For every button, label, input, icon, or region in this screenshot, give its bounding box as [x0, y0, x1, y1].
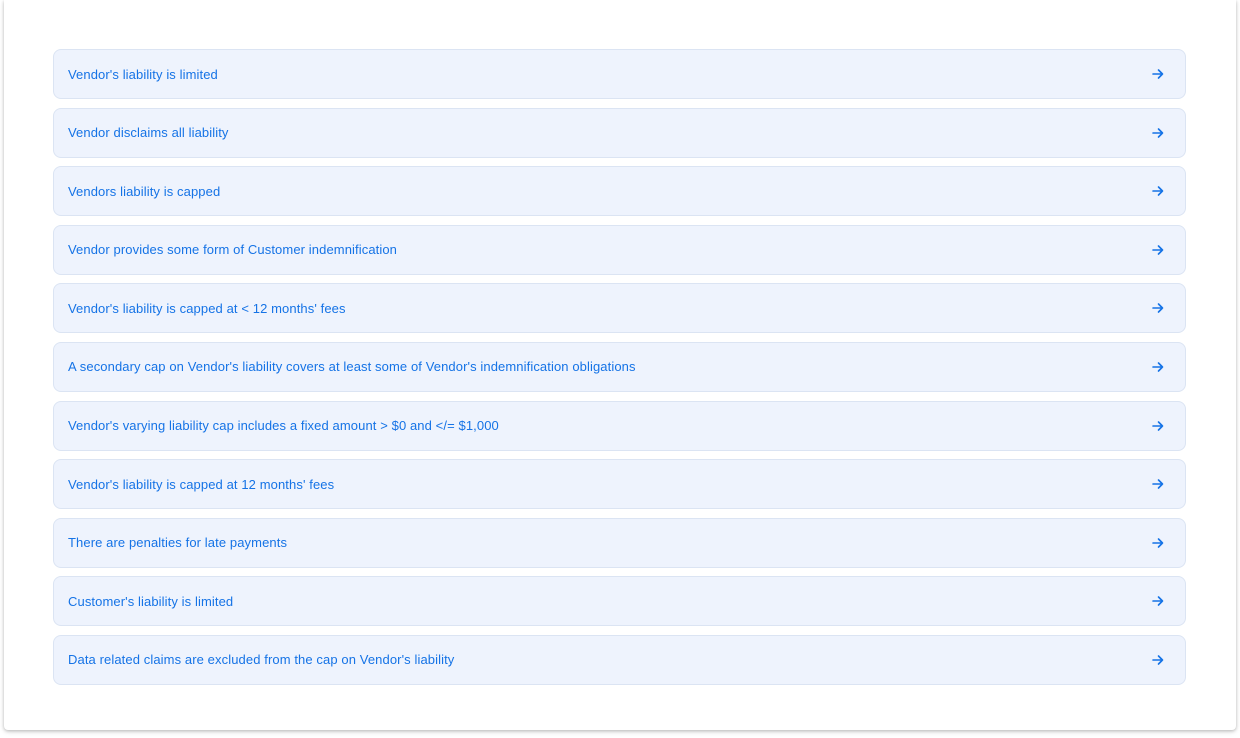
list-item[interactable]: Data related claims are excluded from th…	[53, 634, 1186, 685]
arrow-right-icon[interactable]	[1151, 360, 1165, 374]
list-item-label: Vendors liability is capped	[68, 183, 221, 199]
list-item-label: Vendor provides some form of Customer in…	[68, 242, 398, 258]
arrow-right-icon[interactable]	[1151, 301, 1165, 315]
arrow-right-icon[interactable]	[1151, 184, 1165, 198]
arrow-right-icon[interactable]	[1151, 126, 1165, 140]
clause-list: Vendor's liability is limited Vendor dis…	[53, 49, 1186, 694]
list-item[interactable]: Customer's liability is limited	[53, 576, 1186, 627]
list-item-label: Customer's liability is limited	[68, 593, 234, 609]
arrow-right-icon[interactable]	[1151, 419, 1165, 433]
list-item[interactable]: There are penalties for late payments	[53, 517, 1186, 568]
list-item[interactable]: Vendor's liability is capped at < 12 mon…	[53, 283, 1186, 334]
list-item[interactable]: Vendor provides some form of Customer in…	[53, 224, 1186, 275]
list-item-label: A secondary cap on Vendor's liability co…	[68, 359, 636, 375]
list-item-label: Vendor's liability is limited	[68, 66, 218, 82]
list-item-label: Vendor disclaims all liability	[68, 125, 229, 141]
list-item-label: Vendor's varying liability cap includes …	[68, 418, 499, 434]
list-item-label: Data related claims are excluded from th…	[68, 652, 455, 668]
arrow-right-icon[interactable]	[1151, 67, 1165, 81]
list-item[interactable]: Vendor's liability is limited	[53, 49, 1186, 99]
arrow-right-icon[interactable]	[1151, 243, 1165, 257]
arrow-right-icon[interactable]	[1151, 594, 1165, 608]
list-item[interactable]: Vendor's liability is capped at 12 month…	[53, 459, 1186, 510]
arrow-right-icon[interactable]	[1151, 477, 1165, 491]
list-item-label: Vendor's liability is capped at < 12 mon…	[68, 300, 346, 316]
list-item[interactable]: Vendor disclaims all liability	[53, 107, 1186, 158]
list-item[interactable]: A secondary cap on Vendor's liability co…	[53, 341, 1186, 392]
list-item-label: There are penalties for late payments	[68, 535, 288, 551]
results-panel: Vendor's liability is limited Vendor dis…	[4, 0, 1236, 730]
list-item[interactable]: Vendors liability is capped	[53, 166, 1186, 217]
list-item[interactable]: Vendor's varying liability cap includes …	[53, 400, 1186, 451]
arrow-right-icon[interactable]	[1151, 536, 1165, 550]
list-item-label: Vendor's liability is capped at 12 month…	[68, 476, 335, 492]
arrow-right-icon[interactable]	[1151, 653, 1165, 667]
